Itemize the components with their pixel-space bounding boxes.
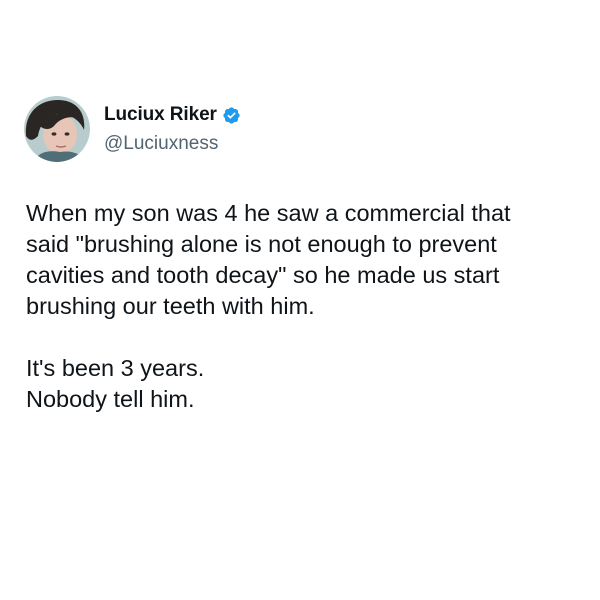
- tweet-paragraph-1: When my son was 4 he saw a commercial th…: [26, 200, 511, 319]
- avatar[interactable]: [24, 96, 90, 162]
- tweet-card: Luciux Riker @Luciuxness When my son was…: [0, 0, 600, 600]
- tweet-text: When my son was 4 he saw a commercial th…: [26, 198, 576, 415]
- author-display-name[interactable]: Luciux Riker: [104, 104, 217, 126]
- name-row: Luciux Riker: [104, 102, 241, 128]
- author-handle[interactable]: @Luciuxness: [104, 132, 241, 156]
- tweet-paragraph-2: It's been 3 years. Nobody tell him.: [26, 355, 205, 412]
- author-names: Luciux Riker @Luciuxness: [104, 102, 241, 156]
- tweet-header: Luciux Riker @Luciuxness: [24, 96, 241, 162]
- verified-badge-icon: [223, 106, 240, 124]
